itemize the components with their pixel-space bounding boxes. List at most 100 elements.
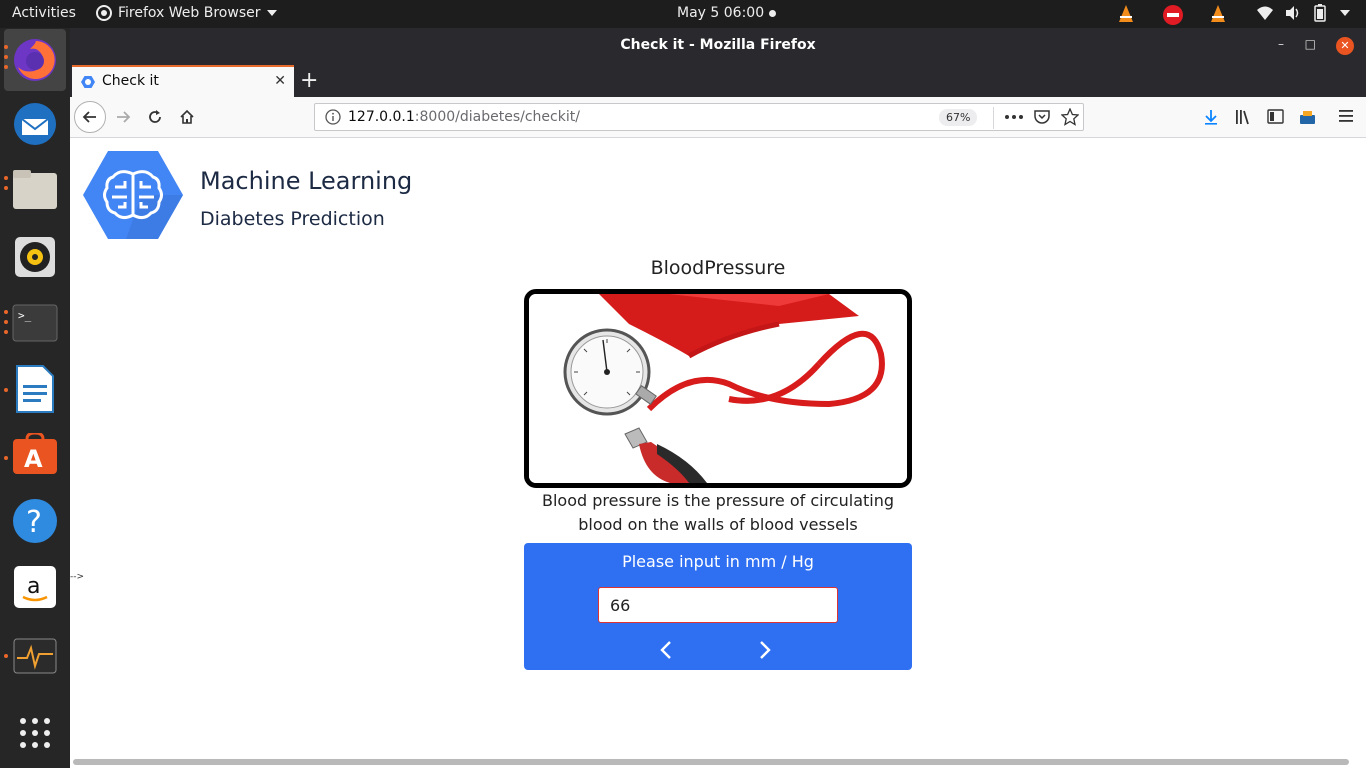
notification-dot (769, 9, 777, 17)
page-actions-icon[interactable] (1005, 115, 1023, 119)
app-menu[interactable]: Firefox Web Browser (96, 5, 277, 21)
amazon-icon: a (14, 566, 56, 608)
forward-button[interactable] (109, 103, 137, 131)
chevron-left-icon (660, 641, 671, 659)
firefox-small-icon (96, 5, 112, 21)
thunderbird-icon (14, 103, 56, 145)
url-host: 127.0.0.1 (348, 109, 415, 125)
dock-rhythmbox[interactable] (10, 232, 60, 282)
reload-icon (149, 110, 161, 123)
field-title: BloodPressure (650, 257, 786, 279)
window-title: Check it - Mozilla Firefox (620, 37, 816, 53)
vlc-icon-2[interactable] (1208, 4, 1228, 24)
minimize-button[interactable]: – (1278, 37, 1284, 51)
url-bar[interactable]: 127.0.0.1:8000/diabetes/checkit/ 67% (314, 103, 1084, 131)
libreoffice-writer-icon (16, 365, 54, 413)
home-icon (180, 109, 194, 124)
hamburger-menu-icon[interactable] (1339, 110, 1353, 122)
system-monitor-icon (13, 638, 57, 674)
input-prompt: Please input in mm / Hg (622, 552, 814, 571)
wifi-icon[interactable] (1256, 4, 1274, 22)
dock-thunderbird[interactable] (10, 99, 60, 149)
no-entry-icon[interactable] (1162, 4, 1184, 26)
url-path: :8000/diabetes/checkit/ (414, 109, 580, 125)
system-menu-caret-icon[interactable] (1340, 10, 1350, 16)
dock-software[interactable]: A (10, 429, 60, 479)
dock-help[interactable]: ? (10, 496, 60, 546)
clock-text: May 5 06:00 (677, 5, 765, 21)
tab-check-it[interactable]: Check it ✕ (72, 65, 294, 97)
maximize-button[interactable]: □ (1305, 37, 1316, 51)
zoom-indicator[interactable]: 67% (939, 109, 978, 126)
dock-show-apps[interactable] (10, 708, 60, 758)
volume-icon[interactable] (1284, 4, 1302, 22)
running-dot (4, 176, 8, 180)
horizontal-scrollbar[interactable] (73, 759, 1349, 765)
pocket-icon[interactable] (1034, 108, 1050, 124)
dock-firefox[interactable] (4, 29, 66, 91)
page-content: Machine Learning Diabetes Prediction Blo… (70, 138, 1366, 768)
terminal-icon: >_ (12, 304, 58, 342)
running-dot (4, 45, 8, 49)
svg-text:A: A (24, 445, 43, 473)
blood-pressure-input[interactable] (598, 587, 838, 623)
field-description: Blood pressure is the pressure of circul… (541, 491, 895, 534)
input-card: Please input in mm / Hg (524, 543, 912, 670)
site-info-icon[interactable] (325, 109, 341, 125)
stray-comment-text: --> (70, 572, 85, 582)
vlc-icon[interactable] (1116, 4, 1136, 24)
svg-text:a: a (27, 574, 40, 599)
favicon-icon (81, 76, 95, 88)
dock-amazon[interactable]: a (10, 562, 60, 612)
battery-icon[interactable] (1314, 4, 1326, 22)
extension-icon[interactable] (1299, 109, 1316, 125)
running-dot (4, 310, 8, 314)
brand-subtitle: Diabetes Prediction (200, 208, 385, 230)
dock: >_ A ? a (0, 28, 70, 768)
dock-system-monitor[interactable] (10, 631, 60, 681)
url-separator (993, 107, 994, 129)
reload-button[interactable] (141, 103, 169, 131)
running-dot (4, 388, 8, 392)
svg-text:?: ? (26, 505, 42, 540)
downloads-icon[interactable] (1203, 109, 1219, 125)
running-dot (4, 456, 8, 460)
tab-close-icon[interactable]: ✕ (274, 73, 286, 89)
firefox-icon (14, 39, 56, 81)
running-dot (4, 320, 8, 324)
gnome-top-bar: Activities Firefox Web Browser May 5 06:… (0, 0, 1366, 28)
forward-arrow-icon (117, 111, 131, 123)
tab-strip: Check it ✕ + (70, 64, 1366, 97)
sphygmomanometer-illustration (529, 294, 907, 483)
tab-title: Check it (102, 73, 159, 89)
dock-terminal[interactable]: >_ (10, 298, 60, 348)
brain-logo-icon (83, 151, 183, 239)
previous-button[interactable] (651, 635, 681, 665)
activities-button[interactable]: Activities (12, 5, 76, 21)
app-grid-icon (20, 718, 50, 748)
files-icon (13, 170, 57, 209)
clock[interactable]: May 5 06:00 (677, 5, 777, 21)
home-button[interactable] (173, 103, 201, 131)
running-dot (4, 654, 8, 658)
bookmark-star-icon[interactable] (1061, 108, 1079, 126)
help-icon: ? (13, 499, 57, 543)
app-menu-label: Firefox Web Browser (118, 5, 261, 21)
window-titlebar: Check it - Mozilla Firefox – □ ✕ (70, 28, 1366, 64)
new-tab-button[interactable]: + (300, 68, 318, 93)
software-center-icon: A (13, 433, 57, 474)
dock-writer[interactable] (10, 364, 60, 414)
rhythmbox-icon (15, 237, 55, 277)
sidebar-icon[interactable] (1267, 109, 1284, 124)
running-dot (4, 330, 8, 334)
close-window-button[interactable]: ✕ (1336, 37, 1354, 55)
dock-files[interactable] (10, 165, 60, 215)
back-button[interactable] (74, 101, 106, 133)
running-dot (4, 55, 8, 59)
next-button[interactable] (750, 635, 780, 665)
navigation-toolbar: 127.0.0.1:8000/diabetes/checkit/ 67% (70, 97, 1366, 138)
library-icon[interactable] (1235, 109, 1253, 125)
running-dot (4, 65, 8, 69)
caret-down-icon (266, 10, 277, 16)
url-text[interactable]: 127.0.0.1:8000/diabetes/checkit/ (348, 109, 580, 125)
